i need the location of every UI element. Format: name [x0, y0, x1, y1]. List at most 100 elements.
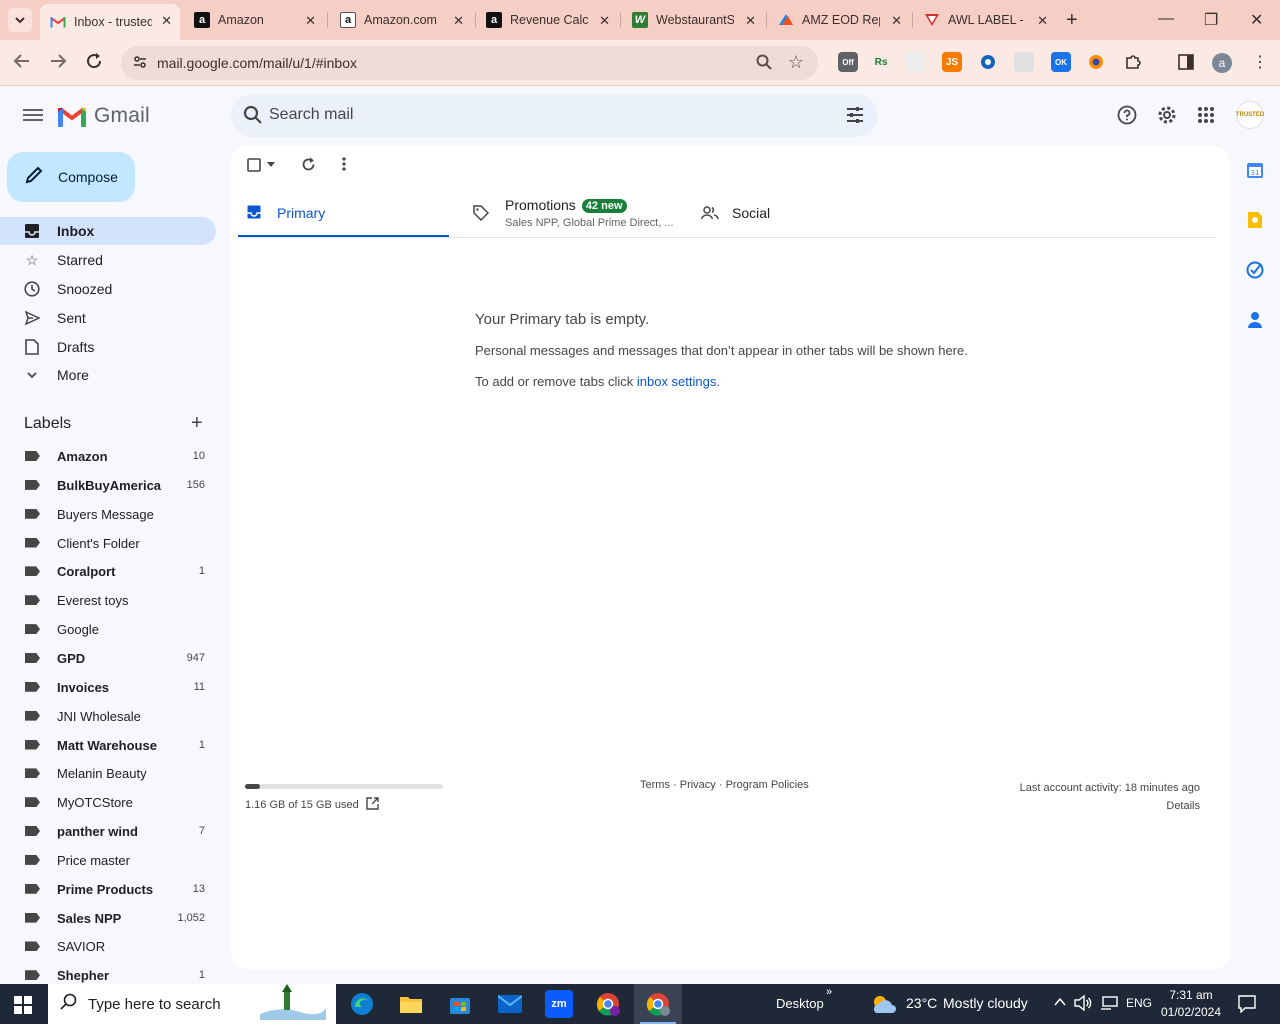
settings-gear-icon[interactable] — [1156, 104, 1178, 126]
browser-tab-webstaurant[interactable]: W WebstaurantS ✕ — [622, 4, 764, 36]
close-tab-icon[interactable]: ✕ — [453, 13, 464, 29]
refresh-icon[interactable] — [301, 157, 316, 172]
off-extension-icon[interactable]: Off — [838, 52, 858, 72]
volume-icon[interactable] — [1074, 994, 1092, 1014]
notification-center-icon[interactable] — [1238, 995, 1256, 1016]
firefox-like-extension-icon[interactable] — [1086, 52, 1106, 72]
back-icon[interactable] — [13, 52, 31, 75]
browser-tab-revenue-calculator[interactable]: a Revenue Calcu ✕ — [476, 4, 618, 36]
new-tab-button[interactable]: + — [1066, 10, 1078, 30]
profile-avatar[interactable]: a — [1212, 53, 1232, 73]
close-tab-icon[interactable]: ✕ — [745, 13, 756, 29]
tab-promotions[interactable]: Promotions 42 new Sales NPP, Global Prime… — [461, 190, 681, 238]
help-icon[interactable] — [1116, 104, 1138, 126]
bookmark-star-icon[interactable]: ☆ — [788, 52, 804, 73]
edge-browser-icon[interactable] — [348, 990, 376, 1018]
label-item[interactable]: Prime Products 13 — [0, 875, 216, 903]
select-checkbox[interactable] — [247, 158, 261, 172]
label-item[interactable]: Everest toys — [0, 586, 216, 614]
browser-menu-icon[interactable]: ⋮ — [1252, 52, 1268, 72]
tasks-icon[interactable] — [1245, 260, 1265, 280]
tab-search-button[interactable] — [8, 8, 32, 32]
minimize-icon[interactable]: — — [1158, 10, 1174, 28]
weather-condition[interactable]: Mostly cloudy — [943, 995, 1028, 1011]
js-extension-icon[interactable]: JS — [942, 52, 962, 72]
activity-details-link[interactable]: Details — [1020, 797, 1200, 815]
contacts-icon[interactable] — [1245, 310, 1265, 330]
search-input[interactable] — [269, 104, 829, 126]
label-item[interactable]: Sales NPP 1,052 — [0, 904, 216, 932]
google-apps-icon[interactable] — [1195, 104, 1217, 126]
close-tab-icon[interactable]: ✕ — [891, 13, 902, 29]
windows-start-icon[interactable] — [14, 996, 32, 1014]
zoom-app-icon[interactable]: zm — [545, 990, 573, 1018]
sidebar-item-drafts[interactable]: Drafts — [0, 333, 216, 361]
label-item[interactable]: Buyers Message — [0, 500, 216, 528]
extensions-puzzle-icon[interactable] — [1123, 52, 1143, 72]
site-info-icon[interactable] — [133, 55, 149, 72]
taskbar-search[interactable] — [48, 983, 336, 1024]
close-tab-icon[interactable]: ✕ — [599, 13, 610, 29]
rs-extension-icon[interactable]: Rs — [871, 52, 891, 72]
network-icon[interactable] — [1100, 996, 1118, 1013]
zoom-icon[interactable] — [756, 54, 772, 74]
compose-button[interactable]: Compose — [7, 152, 135, 202]
program-policies-link[interactable]: Program Policies — [726, 779, 809, 791]
label-item[interactable]: Google — [0, 615, 216, 643]
browser-tab-awl-label[interactable]: AWL LABEL - ✕ — [914, 4, 1056, 36]
desktop-toolbar-label[interactable]: Desktop — [776, 996, 824, 1011]
label-item[interactable]: Matt Warehouse 1 — [0, 731, 216, 759]
privacy-link[interactable]: Privacy — [680, 779, 716, 791]
label-item[interactable]: Price master — [0, 846, 216, 874]
label-item[interactable]: Melanin Beauty — [0, 759, 216, 787]
external-link-icon[interactable] — [366, 797, 379, 813]
label-item[interactable]: SAVIOR — [0, 932, 216, 960]
search-bar[interactable] — [231, 94, 878, 137]
label-item[interactable]: Client's Folder — [0, 529, 216, 557]
inbox-settings-link[interactable]: inbox settings — [637, 374, 717, 389]
calendar-icon[interactable]: 31 — [1245, 160, 1265, 180]
tab-social[interactable]: Social — [691, 190, 901, 238]
seller-extension-icon[interactable] — [906, 52, 926, 72]
restore-icon[interactable]: ❐ — [1204, 10, 1218, 30]
label-item[interactable]: BulkBuyAmerica 156 — [0, 471, 216, 499]
label-item[interactable]: Invoices 11 — [0, 673, 216, 701]
microsoft-store-icon[interactable] — [446, 990, 474, 1018]
browser-tab-gmail[interactable]: Inbox - trusted ✕ — [40, 4, 180, 40]
sidebar-item-inbox[interactable]: Inbox — [0, 217, 216, 245]
label-item[interactable]: JNI Wholesale — [0, 702, 216, 730]
side-panel-icon[interactable] — [1176, 52, 1196, 72]
label-item[interactable]: panther wind 7 — [0, 817, 216, 845]
close-tab-icon[interactable]: ✕ — [305, 13, 316, 29]
mail-app-icon[interactable] — [496, 990, 524, 1018]
tab-primary[interactable]: Primary — [238, 190, 449, 238]
helper-extension-icon[interactable] — [1014, 52, 1034, 72]
label-item[interactable]: Amazon 10 — [0, 442, 216, 470]
address-bar[interactable]: mail.google.com/mail/u/1/#inbox ☆ — [121, 46, 818, 80]
reload-icon[interactable] — [85, 52, 103, 75]
weather-temperature[interactable]: 23°C — [906, 995, 937, 1011]
sidebar-item-starred[interactable]: ☆ Starred — [0, 246, 216, 274]
close-window-icon[interactable]: ✕ — [1250, 10, 1263, 30]
chevron-double-right-icon[interactable]: » — [826, 986, 832, 998]
more-options-icon[interactable] — [342, 157, 346, 171]
browser-tab-amz-eod-report[interactable]: AMZ EOD Rep ✕ — [768, 4, 910, 36]
keepa-extension-icon[interactable] — [978, 52, 998, 72]
sidebar-item-snoozed[interactable]: Snoozed — [0, 275, 216, 303]
gmail-logo[interactable]: Gmail — [58, 104, 150, 128]
chrome-active-icon[interactable] — [644, 990, 672, 1018]
close-tab-icon[interactable]: ✕ — [161, 13, 172, 29]
chevron-up-icon[interactable] — [1054, 995, 1066, 1010]
file-explorer-icon[interactable] — [397, 990, 425, 1018]
add-label-icon[interactable]: + — [191, 413, 203, 433]
label-item[interactable]: GPD 947 — [0, 644, 216, 672]
search-icon[interactable] — [243, 105, 263, 130]
sidebar-item-sent[interactable]: Sent — [0, 304, 216, 332]
search-options-icon[interactable] — [846, 106, 864, 129]
sidebar-item-more[interactable]: More — [0, 361, 216, 389]
weather-cloud-icon[interactable] — [870, 990, 898, 1018]
keep-icon[interactable] — [1245, 210, 1265, 230]
terms-link[interactable]: Terms — [640, 779, 670, 791]
label-item[interactable]: Coralport 1 — [0, 557, 216, 585]
browser-tab-amazon-com[interactable]: a Amazon.com ✕ — [330, 4, 472, 36]
